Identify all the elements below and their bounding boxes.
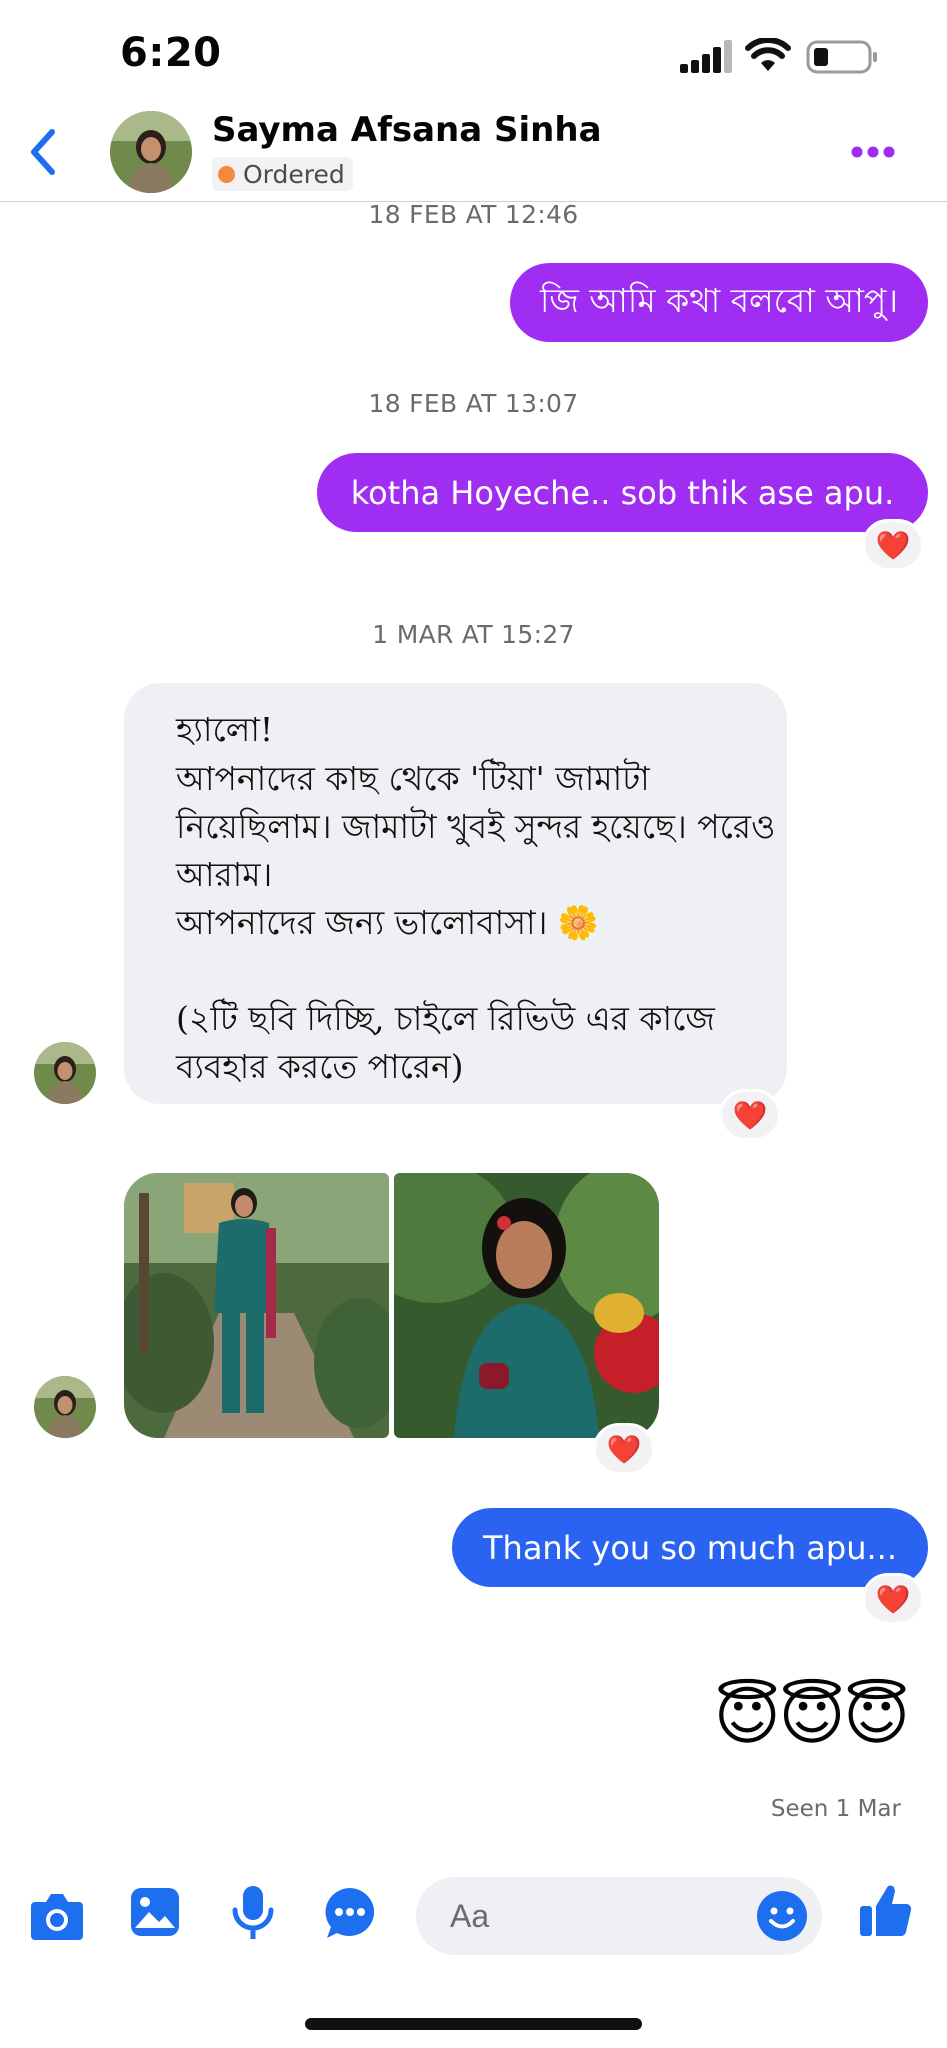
heart-icon: ❤️ — [606, 1432, 642, 1466]
heart-reaction[interactable]: ❤️ — [862, 519, 924, 571]
sender-avatar[interactable] — [34, 1042, 96, 1104]
incoming-message-bubble[interactable]: হ্যালো! আপনাদের কাছ থেকে 'টিয়া' জামাটা … — [124, 683, 787, 1104]
message-line: ব্যবহার করতে পারেন) — [176, 1047, 464, 1086]
message-composer[interactable] — [416, 1877, 822, 1955]
message-input[interactable] — [450, 1891, 730, 1941]
heart-icon: ❤️ — [732, 1098, 768, 1132]
contact-name[interactable]: Sayma Afsana Sinha — [212, 110, 602, 150]
outgoing-message-bubble[interactable]: Thank you so much apu... — [452, 1508, 928, 1587]
more-dots-icon[interactable] — [851, 144, 895, 160]
sender-avatar[interactable] — [34, 1376, 96, 1438]
message-timestamp: 18 FEB AT 12:46 — [368, 200, 579, 229]
heart-reaction[interactable]: ❤️ — [719, 1089, 781, 1141]
heart-reaction[interactable]: ❤️ — [593, 1423, 655, 1475]
status-badge: Ordered — [212, 157, 353, 191]
outgoing-message-bubble[interactable]: জি আমি কথা বলবো আপু। — [510, 263, 928, 342]
status-dot — [218, 165, 235, 183]
seen-receipt: Seen 1 Mar — [770, 1796, 901, 1822]
home-indicator — [305, 2018, 642, 2030]
shared-photo-1[interactable] — [124, 1173, 389, 1438]
chevron-left-icon[interactable] — [26, 128, 60, 176]
status-label: Ordered — [243, 159, 345, 189]
message-timestamp: 18 FEB AT 13:07 — [368, 389, 579, 418]
microphone-icon[interactable] — [231, 1884, 275, 1942]
contact-avatar[interactable] — [110, 111, 192, 193]
heart-icon: ❤️ — [875, 528, 911, 562]
shared-photo-2[interactable] — [394, 1173, 659, 1438]
outgoing-message-bubble[interactable]: kotha Hoyeche.. sob thik ase apu. — [317, 453, 928, 532]
camera-icon[interactable] — [29, 1890, 85, 1942]
message-line: আপনাদের জন্য ভালোবাসা। 🌼 — [176, 903, 599, 942]
chat-more-icon[interactable] — [323, 1886, 377, 1940]
emoji-icon[interactable] — [756, 1890, 808, 1942]
thumbs-up-icon[interactable] — [858, 1882, 914, 1938]
emoji-message[interactable]: 😇😇😇 — [668, 1680, 910, 1760]
gallery-icon[interactable] — [129, 1886, 181, 1938]
message-timestamp: 1 MAR AT 15:27 — [372, 620, 575, 649]
heart-icon: ❤️ — [875, 1582, 911, 1616]
message-line: হ্যালো! — [176, 710, 274, 749]
heart-reaction[interactable]: ❤️ — [862, 1573, 924, 1625]
